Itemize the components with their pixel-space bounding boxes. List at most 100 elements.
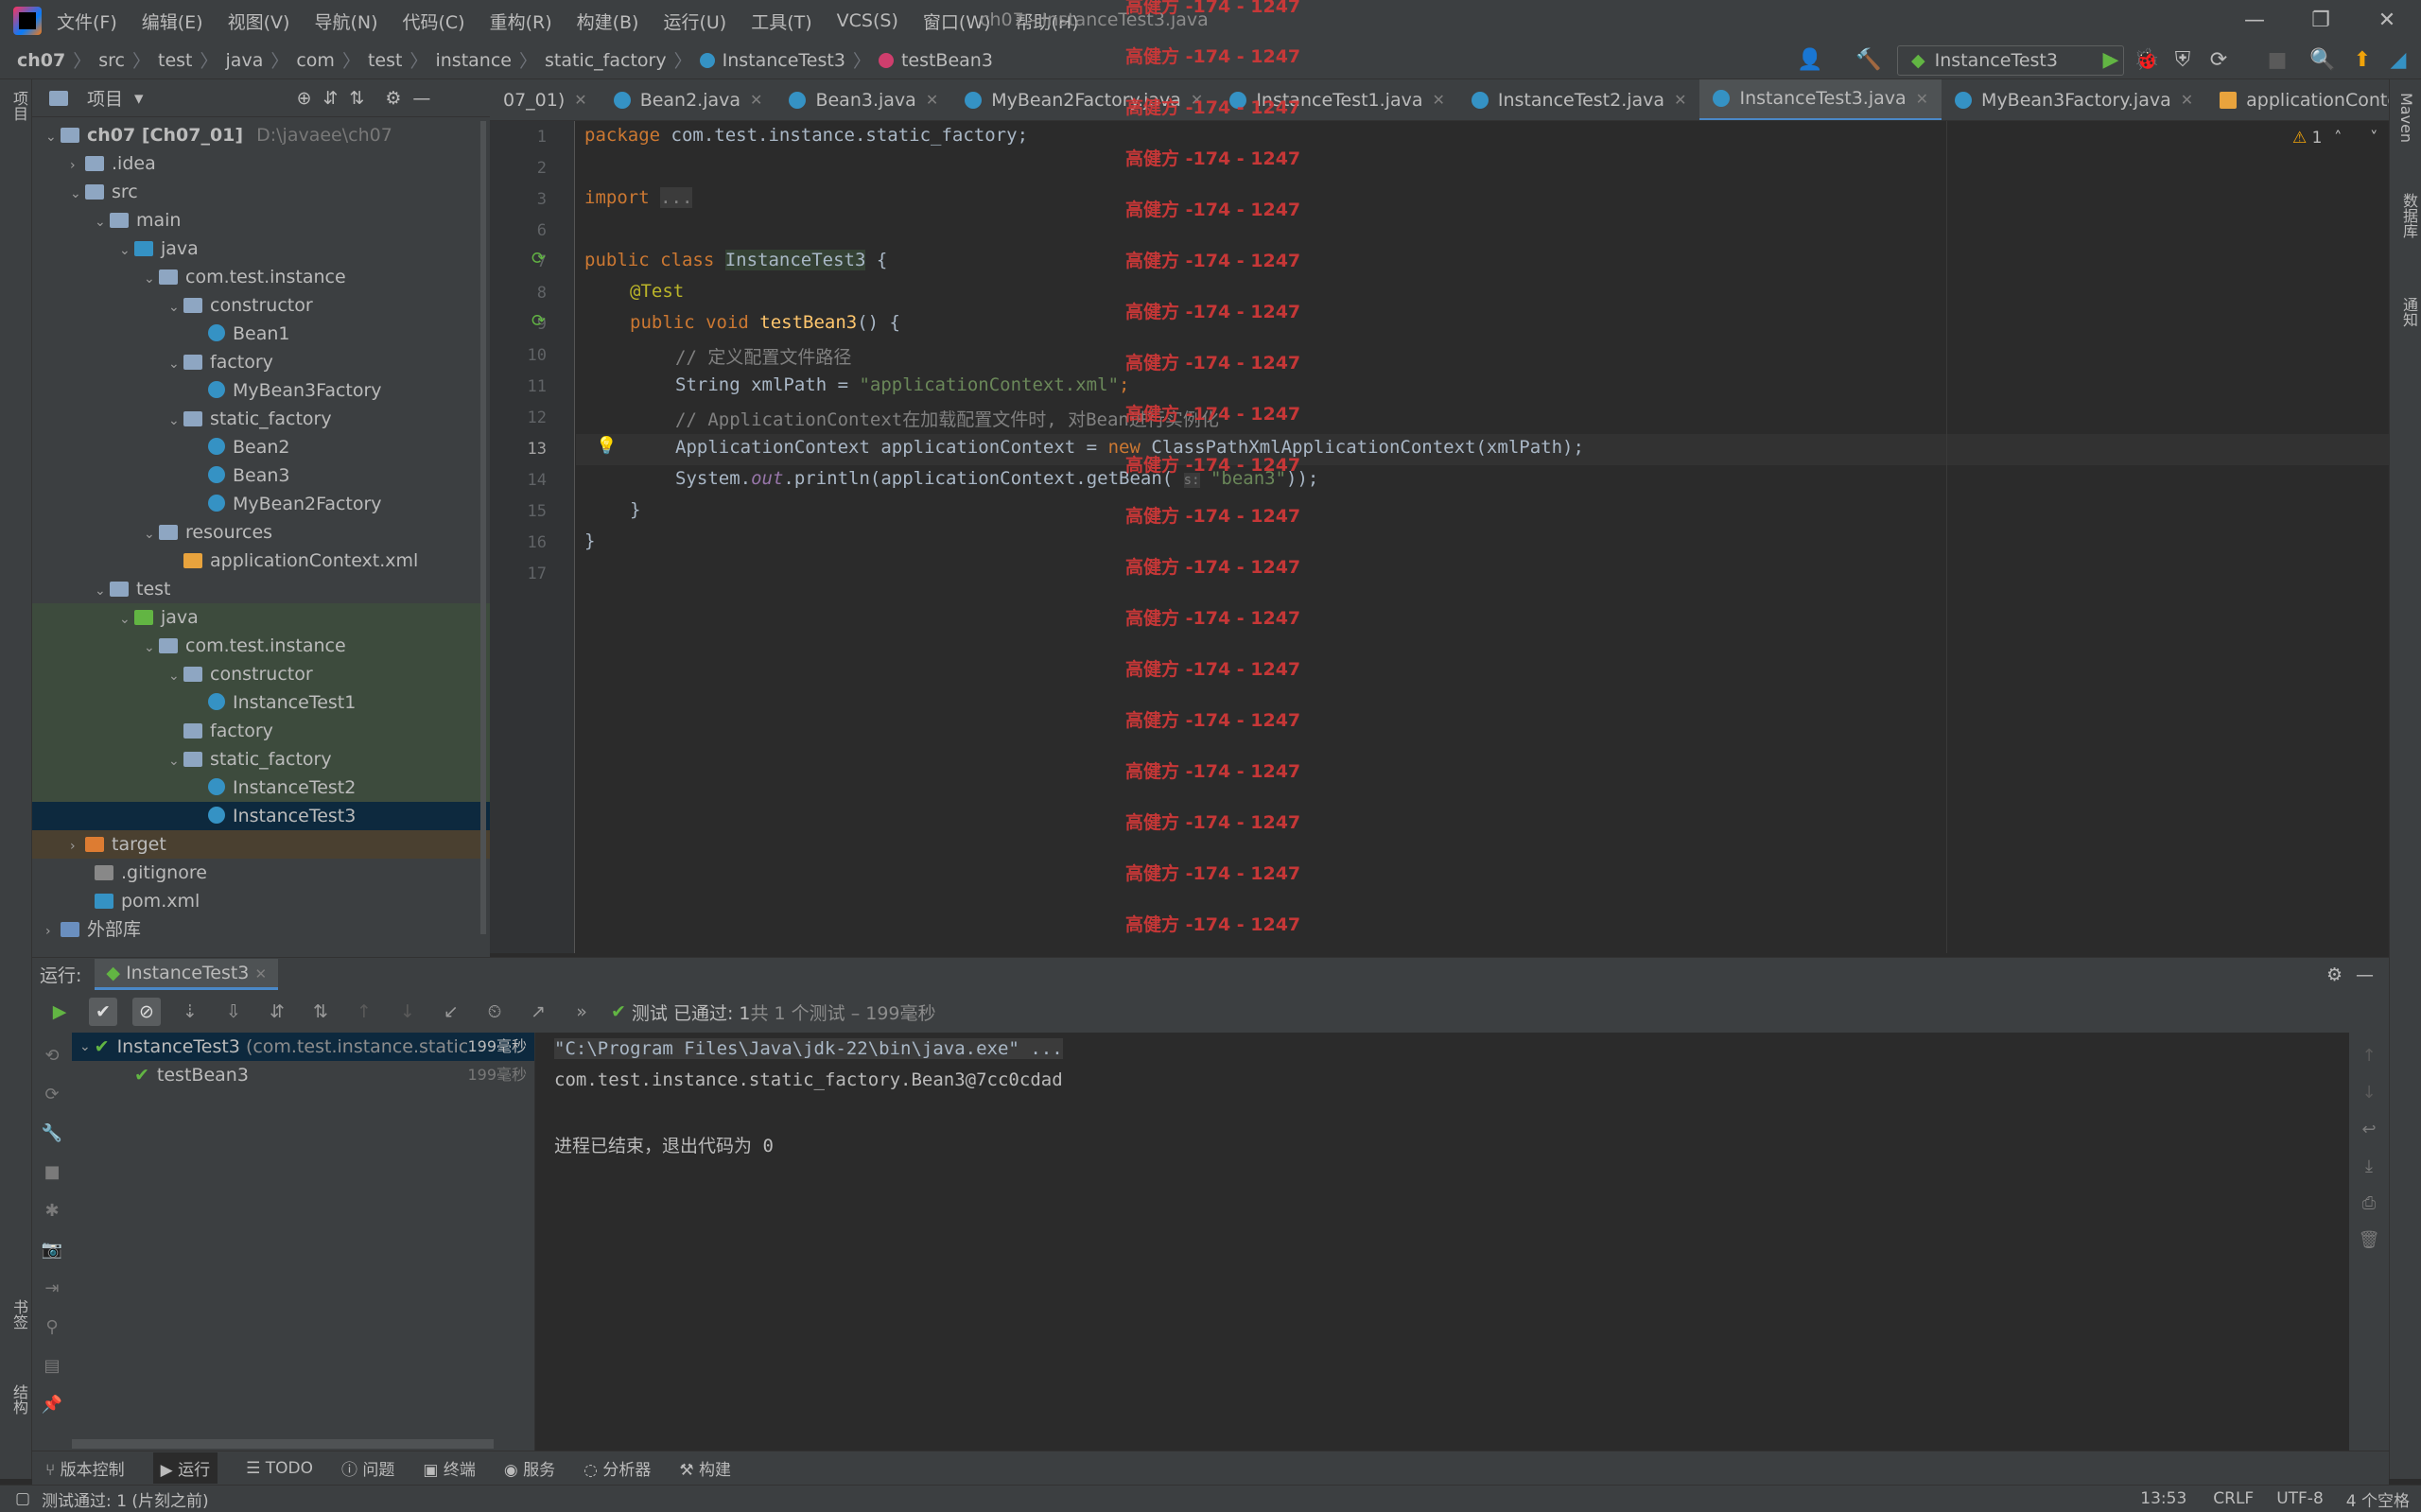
- breadcrumb-item[interactable]: static_factory: [545, 50, 667, 71]
- import-tests-icon[interactable]: ↙: [437, 998, 465, 1026]
- menu-edit[interactable]: 编辑(E): [142, 9, 203, 34]
- wrench-icon[interactable]: 🔧: [42, 1123, 62, 1143]
- breadcrumb-item[interactable]: com: [296, 50, 335, 71]
- breadcrumb-item[interactable]: instance: [435, 50, 512, 71]
- maven-tool-tab[interactable]: Maven: [2397, 93, 2415, 143]
- tree-item[interactable]: applicationContext.xml: [32, 547, 490, 575]
- chevron-up-icon[interactable]: ˄: [2334, 129, 2343, 148]
- tool-services[interactable]: ◉ 服务: [504, 1456, 555, 1480]
- tab-instancetest1[interactable]: InstanceTest1.java ✕: [1216, 79, 1458, 120]
- tree-item[interactable]: Bean1: [32, 320, 490, 348]
- expand-all-icon[interactable]: ⇵: [322, 88, 338, 109]
- tree-item[interactable]: Bean3: [32, 461, 490, 490]
- locate-icon[interactable]: ⊕: [297, 88, 312, 109]
- tree-item[interactable]: pom.xml: [32, 887, 490, 915]
- status-icon[interactable]: ▢: [15, 1489, 30, 1508]
- menu-code[interactable]: 代码(C): [402, 9, 464, 34]
- rerun-failed-icon[interactable]: ⟲: [44, 1046, 59, 1066]
- user-icon[interactable]: 👤: [1797, 47, 1823, 74]
- next-failed-icon[interactable]: ↓: [393, 998, 422, 1026]
- scrollbar[interactable]: [480, 121, 486, 934]
- show-ignored-icon[interactable]: ⊘: [132, 998, 161, 1026]
- menu-navigate[interactable]: 导航(N): [314, 9, 377, 34]
- collapse-all-icon[interactable]: ⇅: [349, 88, 364, 109]
- file-encoding[interactable]: UTF-8: [2276, 1489, 2324, 1508]
- build-hammer-icon[interactable]: 🔨: [1855, 47, 1882, 74]
- tree-item[interactable]: factory: [32, 717, 490, 745]
- more-icon[interactable]: »: [567, 998, 596, 1026]
- tree-item[interactable]: ⌄ java: [32, 603, 490, 632]
- breadcrumb-item[interactable]: java: [226, 50, 264, 71]
- breadcrumb-item[interactable]: test: [368, 50, 403, 71]
- test-case-row[interactable]: ✔ testBean3 199毫秒: [72, 1061, 534, 1089]
- tool-problems[interactable]: ⓘ 问题: [341, 1456, 394, 1480]
- tool-todo[interactable]: ☰ TODO: [246, 1459, 313, 1478]
- project-tool-tab[interactable]: 项目: [8, 91, 30, 121]
- scroll-to-end-icon[interactable]: ⤓: [2365, 1156, 2373, 1176]
- tree-item[interactable]: ⌄ main: [32, 206, 490, 235]
- bookmarks-tool-tab[interactable]: 书签: [8, 1299, 30, 1330]
- warning-icon[interactable]: ⚠ 1: [2292, 129, 2322, 148]
- run-icon[interactable]: ▶: [2098, 47, 2124, 74]
- tab-ch07[interactable]: 07_01) ✕: [490, 79, 601, 120]
- restore-button[interactable]: ❐: [2292, 6, 2349, 36]
- chevron-down-icon[interactable]: ˅: [2370, 129, 2378, 148]
- camera-icon[interactable]: 📷: [42, 1240, 62, 1260]
- status-message[interactable]: 测试通过: 1 (片刻之前): [42, 1487, 209, 1511]
- database-tool-tab[interactable]: 数据库: [2397, 193, 2420, 238]
- soft-wrap-icon[interactable]: ↩: [2361, 1120, 2376, 1139]
- caret-position[interactable]: 13:53: [2140, 1489, 2186, 1508]
- menu-vcs[interactable]: VCS(S): [837, 10, 898, 31]
- arrow-down-icon[interactable]: ↓: [2361, 1083, 2376, 1103]
- tree-item[interactable]: MyBean3Factory: [32, 376, 490, 405]
- sort-alpha-icon[interactable]: ⇣: [176, 998, 204, 1026]
- show-passed-icon[interactable]: ✔: [89, 998, 117, 1026]
- minimize-button[interactable]: —: [2226, 6, 2283, 36]
- tree-item[interactable]: MyBean2Factory: [32, 490, 490, 518]
- search-icon[interactable]: 🔍: [2309, 47, 2336, 74]
- tree-item[interactable]: › 外部库: [32, 915, 490, 944]
- line-separator[interactable]: CRLF: [2213, 1489, 2254, 1508]
- tree-item[interactable]: Bean2: [32, 433, 490, 461]
- breadcrumb-item[interactable]: src: [98, 50, 125, 71]
- stop-icon[interactable]: ■: [2264, 47, 2290, 74]
- tree-item[interactable]: ⌄ resources: [32, 518, 490, 547]
- sort-duration-icon[interactable]: ⇩: [219, 998, 248, 1026]
- intention-bulb-icon[interactable]: 💡: [596, 436, 617, 456]
- tab-bean2[interactable]: Bean2.java ✕: [601, 79, 776, 120]
- hide-icon[interactable]: —: [2356, 965, 2374, 985]
- tree-item[interactable]: ⌄ static_factory: [32, 405, 490, 433]
- breadcrumb-item[interactable]: InstanceTest3: [723, 50, 845, 71]
- rerun-icon[interactable]: ▶: [45, 998, 74, 1026]
- tree-item[interactable]: InstanceTest2: [32, 773, 490, 802]
- run-gutter-icon[interactable]: ⟳: [531, 311, 546, 331]
- tree-item[interactable]: ⌄ java: [32, 235, 490, 263]
- tree-item[interactable]: ⌄ constructor: [32, 660, 490, 688]
- export-icon[interactable]: ↗: [524, 998, 552, 1026]
- code-editor[interactable]: 1 2 3 6 7 8 9 10 11 12 13 14 15 16 17 ⟳ …: [490, 121, 2389, 953]
- expand-all-icon[interactable]: ⇵: [263, 998, 291, 1026]
- tab-mybean2factory[interactable]: MyBean2Factory.java ✕: [951, 79, 1216, 120]
- trash-icon[interactable]: 🗑: [2359, 1230, 2380, 1250]
- breadcrumb-item[interactable]: ch07: [17, 50, 65, 71]
- pin-icon[interactable]: 📌: [42, 1395, 62, 1415]
- prev-failed-icon[interactable]: ↑: [350, 998, 378, 1026]
- indent-setting[interactable]: 4 个空格: [2346, 1487, 2410, 1511]
- hide-icon[interactable]: —: [412, 88, 430, 109]
- menu-build[interactable]: 构建(B): [577, 9, 639, 34]
- search-icon[interactable]: ⚲: [45, 1317, 58, 1337]
- run-gutter-icon[interactable]: ⟳: [531, 249, 546, 269]
- tool-terminal[interactable]: ▣ 终端: [423, 1456, 475, 1480]
- toolbox-icon[interactable]: ◢: [2385, 47, 2412, 74]
- test-suite-row[interactable]: ⌄ ✔ InstanceTest3 (com.test.instance.stat…: [72, 1033, 534, 1061]
- gear-icon[interactable]: ⚙: [2326, 965, 2343, 985]
- profile-icon[interactable]: ⟳: [2205, 47, 2232, 74]
- menu-tools[interactable]: 工具(T): [751, 9, 811, 34]
- tree-item-selected[interactable]: InstanceTest3: [32, 802, 490, 830]
- tab-applicationcontext[interactable]: applicationContext.xml✕: [2206, 79, 2389, 120]
- menu-refactor[interactable]: 重构(R): [490, 9, 552, 34]
- tree-item[interactable]: ⌄ factory: [32, 348, 490, 376]
- collapse-all-icon[interactable]: ⇅: [306, 998, 335, 1026]
- notifications-tool-tab[interactable]: 通知: [2397, 297, 2420, 327]
- tree-item[interactable]: ⌄ test: [32, 575, 490, 603]
